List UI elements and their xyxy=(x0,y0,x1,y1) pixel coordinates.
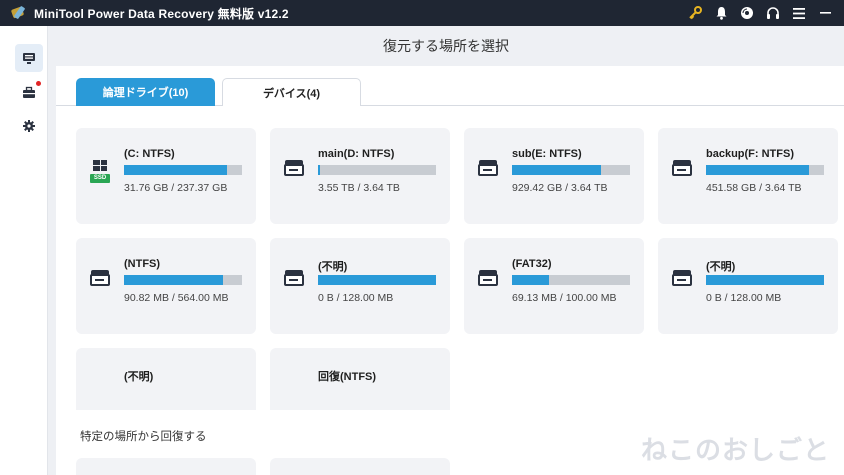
drive-card-ntfs[interactable]: (NTFS) 90.82 MB / 564.00 MB xyxy=(76,238,256,334)
hard-drive-icon xyxy=(672,268,692,294)
section-title: 特定の場所から回復する xyxy=(80,431,207,443)
sidebar-item-this-pc[interactable] xyxy=(15,44,43,72)
drive-name: (不明) xyxy=(124,371,154,383)
tab-bar: 論理ドライブ(10) デバイス(4) xyxy=(56,66,844,106)
drive-name: (NTFS) xyxy=(124,258,161,270)
drive-card-e[interactable]: sub(E: NTFS) 929.42 GB / 3.64 TB xyxy=(464,128,644,224)
hard-drive-icon xyxy=(478,158,498,184)
title-bar: MiniTool Power Data Recovery 無料版 v12.2 xyxy=(0,0,844,26)
left-sidebar xyxy=(0,26,48,475)
main-area: 復元する場所を選択 論理ドライブ(10) デバイス(4) SSD (C: NTF… xyxy=(48,26,844,475)
sidebar-item-toolbox[interactable] xyxy=(15,78,43,106)
drive-name: backup(F: NTFS) xyxy=(706,148,794,160)
settings-icon xyxy=(23,120,35,132)
drive-name: main(D: NTFS) xyxy=(318,148,395,160)
drive-size: 69.13 MB / 100.00 MB xyxy=(512,292,617,304)
tab-devices[interactable]: デバイス(4) xyxy=(222,78,361,106)
drive-size: 0 B / 128.00 MB xyxy=(318,292,394,304)
hard-drive-icon xyxy=(284,158,304,184)
drive-size: 90.82 MB / 564.00 MB xyxy=(124,292,229,304)
hard-drive-icon xyxy=(284,268,304,294)
drive-name: (不明) xyxy=(706,261,736,273)
notification-badge xyxy=(36,81,41,86)
menu-icon[interactable] xyxy=(786,0,812,26)
drive-card-c[interactable]: SSD (C: NTFS) 31.76 GB / 237.37 GB xyxy=(76,128,256,224)
usage-bar xyxy=(706,165,824,175)
usage-bar xyxy=(512,165,630,175)
usage-bar xyxy=(318,275,436,285)
usage-bar xyxy=(706,275,824,285)
location-card[interactable] xyxy=(76,458,256,475)
drive-name: 回復(NTFS) xyxy=(318,371,377,383)
location-card[interactable] xyxy=(270,458,450,475)
sidebar-item-settings[interactable] xyxy=(15,112,43,140)
windows-ssd-icon: SSD xyxy=(90,158,112,186)
location-panel: 論理ドライブ(10) デバイス(4) SSD (C: NTFS) 31.76 G… xyxy=(56,66,844,428)
drive-name: sub(E: NTFS) xyxy=(512,148,582,160)
drive-name: (C: NTFS) xyxy=(124,148,175,160)
hard-drive-icon xyxy=(672,158,692,184)
usage-bar xyxy=(318,165,436,175)
drive-name: (FAT32) xyxy=(512,258,552,270)
page-title: 復元する場所を選択 xyxy=(48,26,844,66)
watermark: ねこのおしごと xyxy=(640,435,830,465)
drive-card-fat32[interactable]: (FAT32) 69.13 MB / 100.00 MB xyxy=(464,238,644,334)
drive-name: (不明) xyxy=(318,261,348,273)
usage-bar xyxy=(124,275,242,285)
drive-card-d[interactable]: main(D: NTFS) 3.55 TB / 3.64 TB xyxy=(270,128,450,224)
bell-icon[interactable] xyxy=(708,0,734,26)
minimize-icon[interactable] xyxy=(812,0,838,26)
tab-logical-drives[interactable]: 論理ドライブ(10) xyxy=(76,78,215,106)
usage-bar xyxy=(124,165,242,175)
toolbox-icon xyxy=(23,86,35,98)
hard-drive-icon xyxy=(90,268,110,294)
hard-drive-icon xyxy=(478,268,498,294)
drive-size: 929.42 GB / 3.64 TB xyxy=(512,182,608,194)
drive-size: 31.76 GB / 237.37 GB xyxy=(124,182,228,194)
drive-card-unknown-2[interactable]: (不明) 0 B / 128.00 MB xyxy=(658,238,838,334)
drive-size: 451.58 GB / 3.64 TB xyxy=(706,182,802,194)
headset-icon[interactable] xyxy=(760,0,786,26)
drive-size: 3.55 TB / 3.64 TB xyxy=(318,182,400,194)
app-title: MiniTool Power Data Recovery 無料版 v12.2 xyxy=(34,6,289,21)
usage-bar xyxy=(512,275,630,285)
app-logo-icon xyxy=(10,5,26,21)
key-icon[interactable] xyxy=(682,0,708,26)
drive-size: 0 B / 128.00 MB xyxy=(706,292,782,304)
this-pc-icon xyxy=(23,52,35,64)
drive-card-unknown-1[interactable]: (不明) 0 B / 128.00 MB xyxy=(270,238,450,334)
drive-card-f[interactable]: backup(F: NTFS) 451.58 GB / 3.64 TB xyxy=(658,128,838,224)
disc-icon[interactable] xyxy=(734,0,760,26)
